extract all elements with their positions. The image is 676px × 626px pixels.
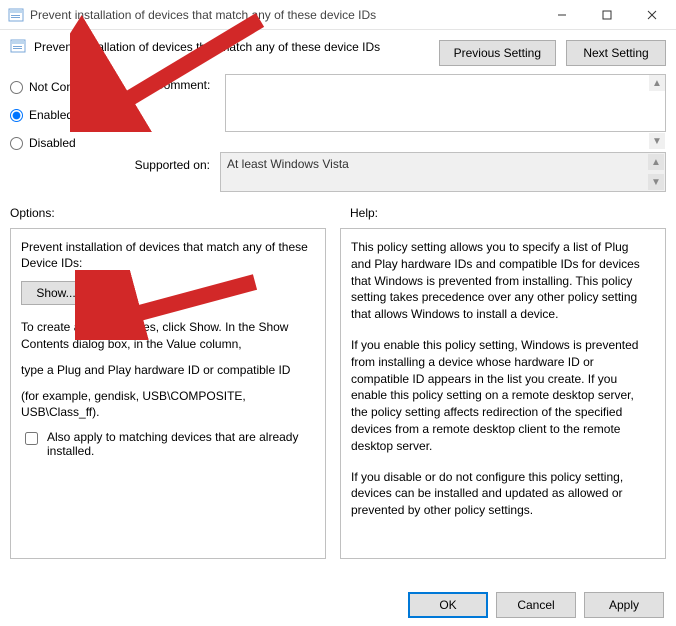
policy-window-icon: [8, 7, 24, 23]
scroll-down-icon[interactable]: ▼: [648, 174, 664, 190]
help-paragraph-1: This policy setting allows you to specif…: [351, 239, 649, 323]
show-button[interactable]: Show...: [21, 281, 91, 305]
maximize-button[interactable]: [584, 0, 629, 29]
options-subheading: Prevent installation of devices that mat…: [21, 239, 315, 271]
help-heading: Help:: [340, 206, 666, 220]
main-row: Prevent installation of devices that mat…: [0, 224, 676, 559]
comment-textarea[interactable]: [225, 74, 666, 132]
section-labels: Options: Help:: [0, 200, 676, 224]
help-paragraph-3: If you disable or do not configure this …: [351, 469, 649, 519]
close-button[interactable]: [629, 0, 674, 29]
comment-label: Comment:: [155, 74, 225, 150]
policy-title: Prevent installation of devices that mat…: [34, 36, 431, 54]
cancel-button[interactable]: Cancel: [496, 592, 576, 618]
dialog-footer: OK Cancel Apply: [408, 592, 664, 618]
help-paragraph-2: If you enable this policy setting, Windo…: [351, 337, 649, 455]
window-title: Prevent installation of devices that mat…: [30, 8, 539, 22]
radio-not-configured[interactable]: Not Configured: [10, 80, 155, 94]
scroll-down-icon[interactable]: ▼: [649, 133, 665, 149]
ok-button[interactable]: OK: [408, 592, 488, 618]
radio-disabled-label: Disabled: [29, 136, 76, 150]
supported-on-value: At least Windows Vista ▲ ▼: [220, 152, 666, 192]
header-row: Prevent installation of devices that mat…: [0, 30, 676, 70]
options-hint-2: type a Plug and Play hardware ID or comp…: [21, 362, 315, 378]
options-hint-3: (for example, gendisk, USB\COMPOSITE, US…: [21, 388, 315, 420]
radio-not-configured-label: Not Configured: [29, 80, 110, 94]
apply-button[interactable]: Apply: [584, 592, 664, 618]
window-controls: [539, 0, 674, 29]
titlebar: Prevent installation of devices that mat…: [0, 0, 676, 30]
radio-disabled[interactable]: Disabled: [10, 136, 155, 150]
radio-enabled[interactable]: Enabled: [10, 108, 155, 122]
also-apply-checkbox[interactable]: Also apply to matching devices that are …: [21, 430, 315, 458]
next-setting-button[interactable]: Next Setting: [566, 40, 666, 66]
supported-on-label: Supported on:: [10, 152, 220, 192]
options-panel: Prevent installation of devices that mat…: [10, 228, 326, 559]
scroll-up-icon[interactable]: ▲: [649, 75, 665, 91]
supported-row: Supported on: At least Windows Vista ▲ ▼: [0, 150, 676, 200]
options-hint-1: To create a list of devices, click Show.…: [21, 319, 315, 351]
previous-setting-button[interactable]: Previous Setting: [439, 40, 556, 66]
also-apply-checkbox-label: Also apply to matching devices that are …: [47, 430, 315, 458]
scroll-up-icon[interactable]: ▲: [648, 154, 664, 170]
state-row: Not Configured Enabled Disabled Comment:…: [0, 70, 676, 150]
policy-icon: [10, 38, 26, 54]
supported-on-text: At least Windows Vista: [227, 157, 349, 171]
options-heading: Options:: [10, 206, 340, 220]
radio-enabled-label: Enabled: [29, 108, 73, 122]
help-panel: This policy setting allows you to specif…: [340, 228, 666, 559]
minimize-button[interactable]: [539, 0, 584, 29]
